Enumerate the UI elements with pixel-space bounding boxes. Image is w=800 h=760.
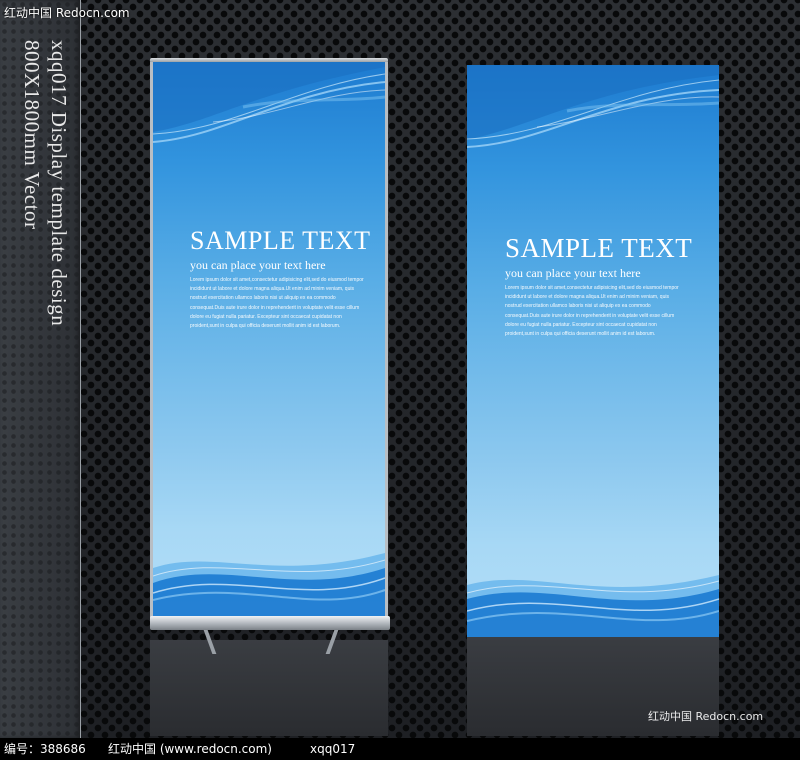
vertical-title-line2: 800X1800mm Vector [20,40,44,230]
wave-bottom-decoration [467,575,719,637]
banner-right: SAMPLE TEXT you can place your text here… [467,65,719,637]
banner-right-text: SAMPLE TEXT you can place your text here… [505,233,719,339]
wave-top-decoration [467,65,719,148]
body-line: incididunt ut labore et dolore magna ali… [190,286,354,293]
body-line: Lorem ipsum dolor sit amet,consectetur a… [190,277,364,283]
banner-left-title: SAMPLE TEXT [190,226,371,255]
banner-right-subtitle: you can place your text here [505,266,641,280]
body-line: nostrud exercitation ullamco laboris nis… [190,295,336,302]
body-line: nostrud exercitation ullamco laboris nis… [505,303,651,310]
footer-id: 编号：388686 [4,742,86,756]
watermark-bottom-right: 红动中国 Redocn.com [648,710,764,723]
wave-bottom-decoration [153,553,385,618]
banner-right-body: Lorem ipsum dolor sit amet,consectetur a… [505,284,719,339]
banner-left: SAMPLE TEXT you can place your text here… [153,62,385,618]
vertical-title-line1: xqq017 Display template design [47,40,71,327]
footer-code: xqq017 [310,742,356,756]
body-line: dolore eu fugiat nulla pariatur. Excepte… [505,321,657,328]
stand-rail-right [385,62,388,618]
watermark-top: 红动中国 Redocn.com [4,6,130,20]
body-line: incididunt ut labore et dolore magna ali… [505,294,669,301]
floor-shadow-left [150,640,388,736]
wave-top-decoration [153,62,385,143]
body-line: consequat.Duis aute irure dolor in repre… [190,304,360,311]
body-line: proident,sunt in culpa qui officia deser… [505,331,656,338]
banner-right-title: SAMPLE TEXT [505,233,693,263]
body-line: dolore eu fugiat nulla pariatur. Excepte… [190,313,342,320]
body-line: proident,sunt in culpa qui officia deser… [190,323,341,330]
banner-left-subtitle: you can place your text here [190,258,326,272]
banner-left-text: SAMPLE TEXT you can place your text here… [190,226,385,331]
footer-site[interactable]: 红动中国 (www.redocn.com) [108,738,272,760]
body-line: Lorem ipsum dolor sit amet,consectetur a… [505,285,679,291]
body-line: consequat.Duis aute irure dolor in repre… [505,312,675,319]
footer-bar: 编号：388686 红动中国 (www.redocn.com) xqq017 [0,738,800,760]
vertical-title: xqq017 Display template design 800X1800m… [18,40,72,326]
banner-left-body: Lorem ipsum dolor sit amet,consectetur a… [190,276,385,331]
stand-base [150,616,390,630]
